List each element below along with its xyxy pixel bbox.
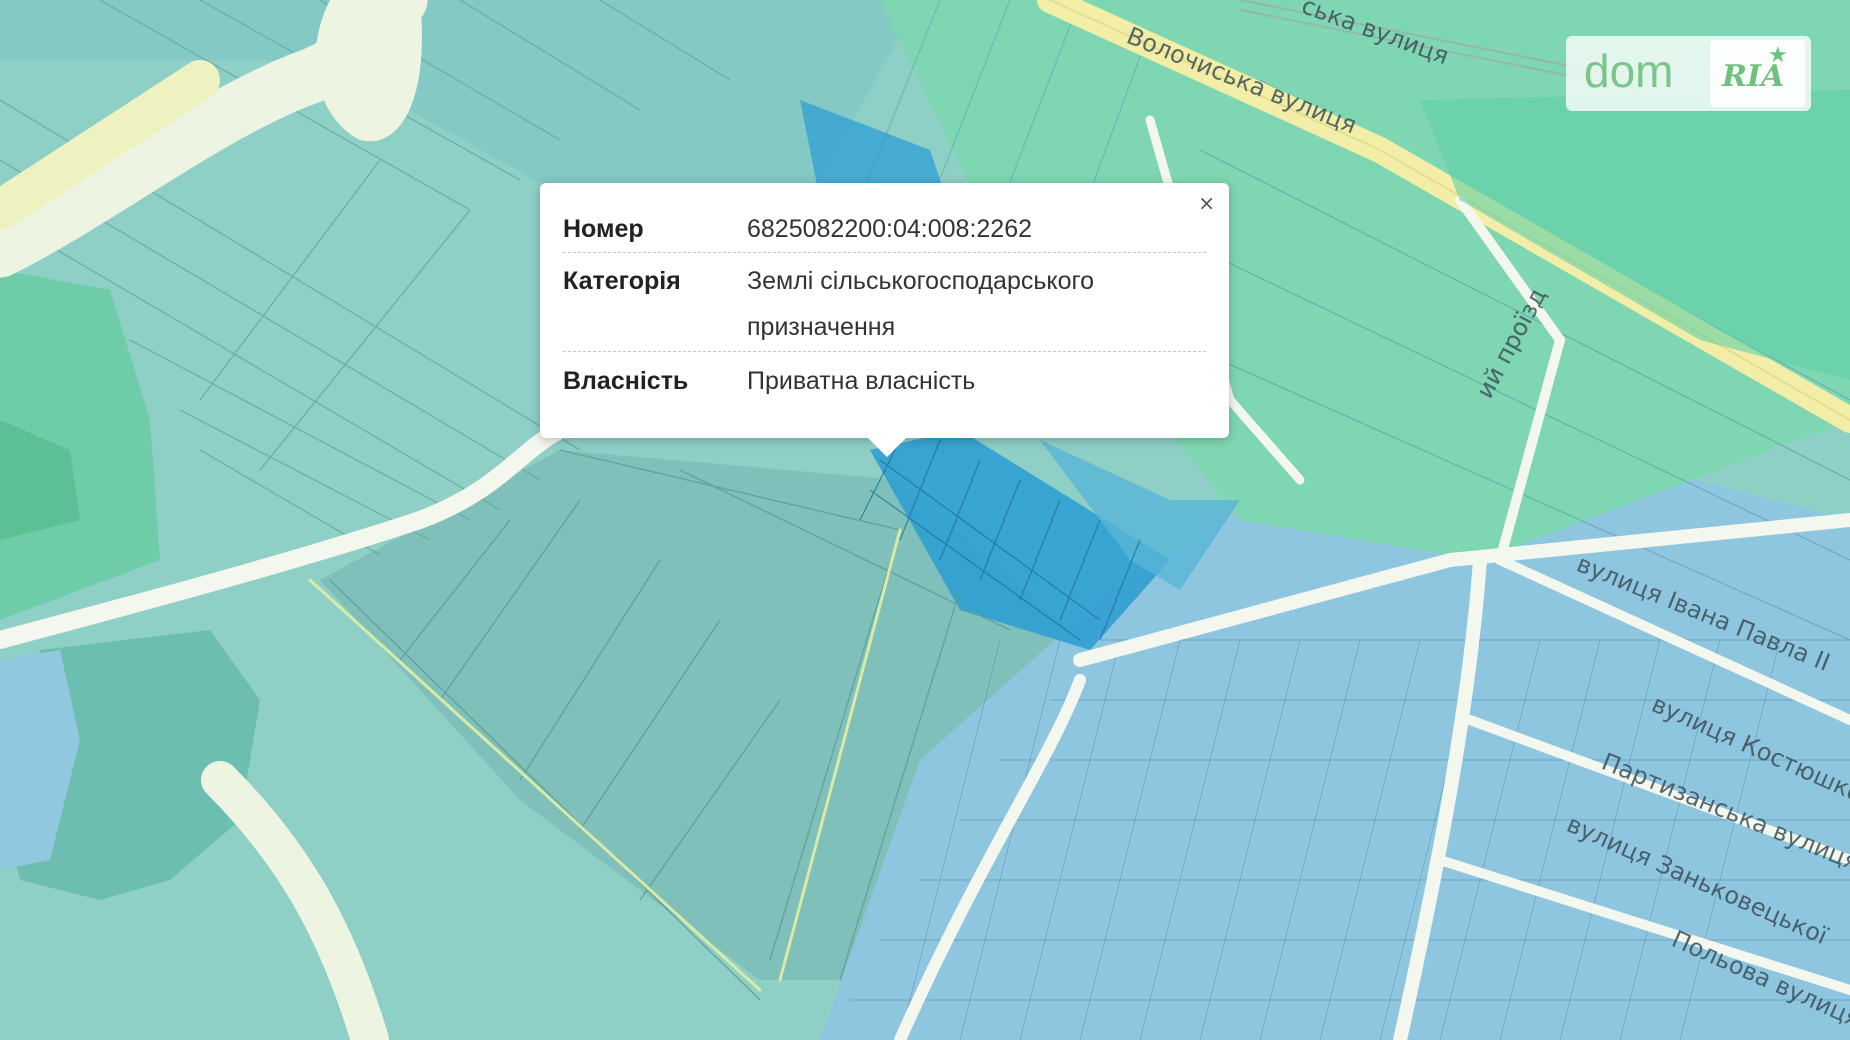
popup-row-number: Номер 6825082200:04:008:2262 [563, 206, 1206, 252]
category-line: Землі сільськогосподарського [747, 267, 1094, 295]
popup-label: Власність [563, 367, 689, 395]
cadastral-number: 6825082200:04:008:2262 [747, 215, 1033, 243]
category-value: Землі сільськогосподарського призначення [747, 258, 1206, 350]
popup-row-ownership: Власність Приватна власність [563, 358, 1206, 404]
popup-label: Номер [563, 215, 644, 243]
logo-ria-text: RIA [1722, 59, 1785, 94]
category-line: призначення [747, 313, 896, 341]
popup-label: Категорія [563, 267, 681, 295]
popup-pointer [868, 438, 906, 457]
parcel-info-popup: × Номер 6825082200:04:008:2262 Категорія… [540, 183, 1229, 457]
cadastral-map[interactable]: Волочиська вулиця ська вулиця ий проїзд … [0, 0, 1850, 1040]
logo-dom-text: dom [1584, 45, 1674, 97]
divider [563, 252, 1206, 253]
dom-ria-logo: dom ★ RIA [1566, 36, 1811, 111]
logo-ria-badge: ★ RIA [1710, 40, 1805, 107]
ownership-value: Приватна власність [747, 367, 976, 395]
divider [563, 351, 1206, 352]
popup-row-category: Категорія Землі сільськогосподарського п… [563, 258, 1206, 350]
